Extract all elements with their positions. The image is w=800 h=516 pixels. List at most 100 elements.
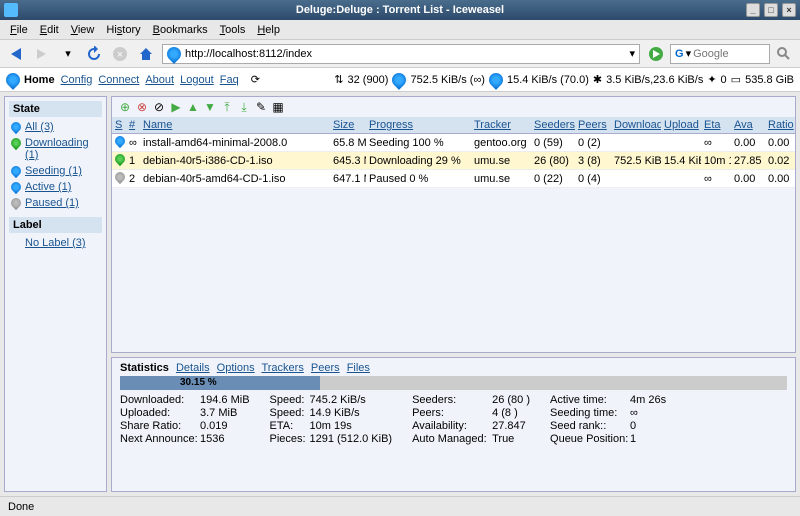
sidebar-item-downloading[interactable]: Downloading (1) — [9, 135, 102, 163]
remove-button[interactable]: ⊗ — [135, 100, 149, 114]
col-tracker[interactable]: Tracker — [474, 119, 511, 131]
tab-trackers[interactable]: Trackers — [261, 362, 303, 374]
search-dropdown-icon[interactable]: ▾ — [686, 47, 692, 60]
peers-value: 4 (8 ) — [492, 407, 518, 419]
all-icon — [9, 120, 23, 134]
col-download[interactable]: Download — [614, 119, 661, 131]
dspeed-label: Speed: — [270, 394, 310, 406]
sidebar-item-seeding[interactable]: Seeding (1) — [9, 163, 102, 179]
state-header: State — [9, 101, 102, 117]
table-row[interactable]: ∞ install-amd64-minimal-2008.0 65.8 MiB … — [112, 134, 795, 152]
col-num[interactable]: # — [129, 119, 135, 131]
bottom-button[interactable]: ⤓ — [237, 100, 251, 114]
url-input[interactable] — [185, 48, 625, 60]
col-size[interactable]: Size — [333, 119, 354, 131]
stop-button[interactable]: × — [110, 44, 130, 64]
stop-button[interactable]: ⊘ — [152, 100, 166, 114]
sidebar-item-nolabel[interactable]: No Label (3) — [9, 235, 102, 251]
menu-help[interactable]: Help — [251, 22, 286, 38]
svg-text:×: × — [117, 49, 123, 61]
start-button[interactable]: ▶ — [169, 100, 183, 114]
menu-history[interactable]: History — [100, 22, 146, 38]
tab-details[interactable]: Details — [176, 362, 210, 374]
down-button[interactable]: ▼ — [203, 100, 217, 114]
edit-button[interactable]: ✎ — [254, 100, 268, 114]
minimize-button[interactable]: _ — [746, 3, 760, 17]
tab-statistics[interactable]: Statistics — [120, 362, 169, 374]
active-icon — [9, 180, 23, 194]
col-peers[interactable]: Peers — [578, 119, 607, 131]
nav-faq[interactable]: Faq — [218, 74, 241, 86]
uspeed-value: 14.9 KiB/s — [310, 407, 360, 419]
menu-view[interactable]: View — [65, 22, 101, 38]
home-button[interactable] — [136, 44, 156, 64]
sidebar-item-active[interactable]: Active (1) — [9, 179, 102, 195]
col-progress[interactable]: Progress — [369, 119, 413, 131]
label-header: Label — [9, 217, 102, 233]
col-ratio[interactable]: Ratio — [768, 119, 794, 131]
url-bar[interactable]: ▾ — [162, 44, 640, 64]
col-seeders[interactable]: Seeders — [534, 119, 575, 131]
state-icon — [113, 152, 126, 166]
url-dropdown-icon[interactable]: ▾ — [629, 47, 635, 60]
seedt-label: Seeding time: — [550, 407, 630, 419]
col-s[interactable]: S — [115, 119, 122, 131]
up-speed: 15.4 KiB/s (70.0) — [507, 74, 589, 86]
menu-tools[interactable]: Tools — [214, 22, 252, 38]
menu-bar: File Edit View History Bookmarks Tools H… — [0, 20, 800, 40]
menu-file[interactable]: File — [4, 22, 34, 38]
col-ava[interactable]: Ava — [734, 119, 753, 131]
up-button[interactable]: ▲ — [186, 100, 200, 114]
go-button[interactable] — [646, 44, 666, 64]
deluge-header: Home Config Connect About Logout Faq ⟳ ⇅… — [0, 68, 800, 92]
nav-home[interactable]: Home — [22, 74, 57, 86]
qpos-label: Queue Position: — [550, 433, 630, 445]
eta-label: ETA: — [270, 420, 310, 432]
close-button[interactable]: × — [782, 3, 796, 17]
top-button[interactable]: ⤒ — [220, 100, 234, 114]
eta-value: 10m 19s — [310, 420, 352, 432]
tab-files[interactable]: Files — [347, 362, 370, 374]
reload-button[interactable] — [84, 44, 104, 64]
nav-config[interactable]: Config — [59, 74, 95, 86]
col-upload[interactable]: Upload — [664, 119, 699, 131]
col-name[interactable]: Name — [143, 119, 172, 131]
refresh-icon[interactable]: ⟳ — [251, 73, 260, 86]
nav-connect[interactable]: Connect — [96, 74, 141, 86]
sidebar-item-paused[interactable]: Paused (1) — [9, 195, 102, 211]
window-title: Deluge:Deluge : Torrent List - Iceweasel — [296, 4, 504, 16]
nav-logout[interactable]: Logout — [178, 74, 216, 86]
back-button[interactable] — [6, 44, 26, 64]
maximize-button[interactable]: □ — [764, 3, 778, 17]
status-text: Done — [8, 501, 34, 513]
avail-value: 27.847 — [492, 420, 526, 432]
state-icon — [113, 170, 126, 184]
sidebar-item-all[interactable]: All (3) — [9, 119, 102, 135]
forward-button[interactable] — [32, 44, 52, 64]
dropdown-icon[interactable]: ▾ — [58, 44, 78, 64]
seeding-icon — [9, 164, 23, 178]
favicon-icon — [164, 44, 184, 64]
col-eta[interactable]: Eta — [704, 119, 721, 131]
search-input[interactable] — [693, 48, 753, 60]
tab-peers[interactable]: Peers — [311, 362, 340, 374]
deluge-logo-icon — [3, 70, 23, 90]
avail-label: Availability: — [412, 420, 492, 432]
qpos-value: 1 — [630, 433, 636, 445]
table-row[interactable]: 1 debian-40r5-i386-CD-1.iso 645.3 MiB Do… — [112, 152, 795, 170]
progress-bar: 30.15 % — [120, 376, 787, 390]
options-button[interactable]: ▦ — [271, 100, 285, 114]
pieces-value: 1291 (512.0 KiB) — [310, 433, 393, 445]
menu-bookmarks[interactable]: Bookmarks — [147, 22, 214, 38]
announce-value: 1536 — [200, 433, 224, 445]
menu-edit[interactable]: Edit — [34, 22, 65, 38]
search-icon[interactable] — [774, 44, 794, 64]
google-g-icon: G — [675, 48, 684, 60]
search-box[interactable]: G▾ — [670, 44, 770, 64]
tab-options[interactable]: Options — [217, 362, 255, 374]
add-button[interactable]: ⊕ — [118, 100, 132, 114]
auto-value: True — [492, 433, 514, 445]
table-row[interactable]: 2 debian-40r5-amd64-CD-1.iso 647.1 MiB P… — [112, 170, 795, 188]
details-panel: Statistics Details Options Trackers Peer… — [111, 357, 796, 492]
nav-about[interactable]: About — [143, 74, 176, 86]
